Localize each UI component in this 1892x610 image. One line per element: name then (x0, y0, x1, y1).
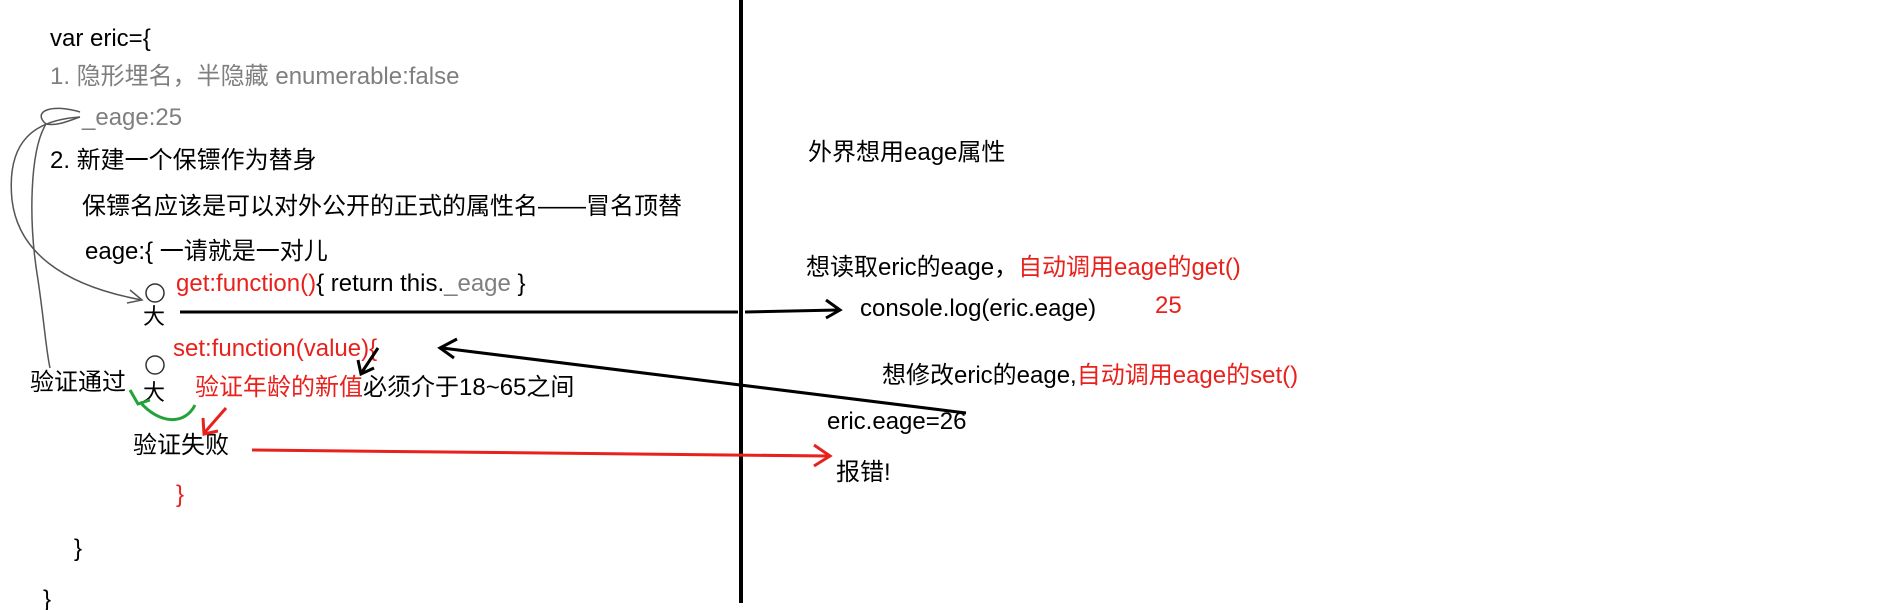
curve-to-getter-guard (10, 116, 143, 301)
get-call-line-right (744, 308, 839, 314)
fail-arrow (203, 407, 228, 433)
pass-arrow (138, 401, 197, 422)
curve-to-pass (31, 123, 51, 369)
annotation-layer (10, 0, 967, 603)
pass-arrowhead (128, 389, 151, 406)
curve-arrowhead (126, 289, 144, 304)
getter-guard-head (145, 283, 165, 303)
loop-arrow (40, 107, 81, 126)
setter-guard-head (145, 355, 165, 375)
diagram-canvas: var eric={ 1. 隐形埋名，半隐藏 enumerable:false … (0, 0, 1892, 610)
set-call-line (441, 346, 967, 415)
